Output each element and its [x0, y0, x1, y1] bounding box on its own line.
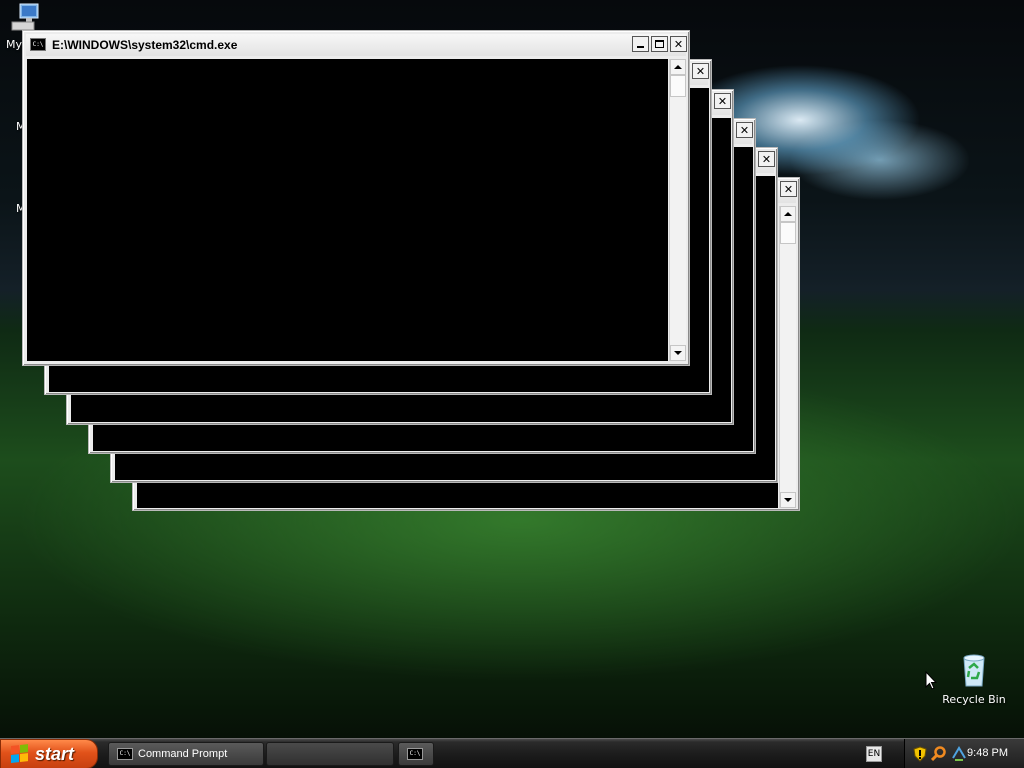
system-tray: 9:48 PM	[904, 739, 1024, 768]
close-icon: ✕	[783, 182, 794, 196]
security-shield-icon[interactable]	[913, 746, 927, 762]
close-button[interactable]: ✕	[670, 36, 687, 52]
window-controls: ✕	[632, 36, 687, 52]
scroll-up-button[interactable]	[670, 59, 686, 75]
recycle-bin[interactable]: Recycle Bin	[942, 654, 1006, 706]
window-title: E:\WINDOWS\system32\cmd.exe	[52, 38, 238, 52]
my-computer-label: My	[6, 38, 23, 51]
vertical-scrollbar[interactable]	[669, 59, 686, 361]
cmd-icon: C:\	[117, 748, 133, 760]
close-icon: ✕	[717, 94, 728, 108]
windows-flag-icon	[11, 744, 29, 764]
scroll-thumb[interactable]	[780, 222, 796, 244]
close-button[interactable]: ✕	[758, 151, 775, 167]
close-button[interactable]: ✕	[780, 181, 797, 197]
search-icon[interactable]	[931, 746, 947, 762]
close-button[interactable]: ✕	[714, 93, 731, 109]
start-label: start	[35, 743, 75, 764]
mouse-cursor-icon	[925, 671, 937, 690]
close-icon: ✕	[761, 152, 772, 166]
language-indicator[interactable]: EN	[866, 746, 882, 762]
close-icon: ✕	[739, 123, 750, 137]
scroll-down-button[interactable]	[670, 345, 686, 361]
maximize-icon	[655, 40, 664, 48]
taskbar-item-label: Command Prompt	[138, 748, 228, 760]
minimize-button[interactable]	[632, 36, 649, 52]
start-button[interactable]: start	[0, 739, 98, 768]
taskbar-item-cmd-icon-only[interactable]: C:\	[398, 742, 434, 766]
recycle-bin-icon	[963, 654, 985, 687]
taskbar-item-command-prompt[interactable]: C:\ Command Prompt	[108, 742, 264, 766]
scroll-up-button[interactable]	[780, 206, 796, 222]
arrow-up-icon	[674, 65, 682, 69]
network-icon[interactable]	[951, 746, 967, 762]
arrow-down-icon	[784, 498, 792, 502]
close-button[interactable]: ✕	[736, 122, 753, 138]
recycle-bin-label: Recycle Bin	[942, 693, 1006, 706]
taskbar: start C:\ Command Prompt C:\ EN 9:48 PM	[0, 738, 1024, 768]
console-output-area[interactable]	[27, 59, 668, 361]
title-bar[interactable]: C:\ E:\WINDOWS\system32\cmd.exe	[26, 34, 686, 56]
cmd-window[interactable]: C:\ E:\WINDOWS\system32\cmd.exe ✕	[22, 30, 690, 366]
minimize-icon	[637, 46, 644, 48]
taskbar-item-blank[interactable]	[266, 742, 394, 766]
arrow-down-icon	[674, 351, 682, 355]
maximize-button[interactable]	[651, 36, 668, 52]
close-icon: ✕	[695, 64, 706, 78]
vertical-scrollbar[interactable]	[779, 206, 796, 508]
cmd-icon: C:\	[407, 748, 423, 760]
arrow-up-icon	[784, 212, 792, 216]
close-button[interactable]: ✕	[692, 63, 709, 79]
scroll-thumb[interactable]	[670, 75, 686, 97]
scroll-down-button[interactable]	[780, 492, 796, 508]
clock[interactable]: 9:48 PM	[967, 747, 1008, 759]
close-icon: ✕	[673, 37, 684, 51]
cmd-icon[interactable]: C:\	[30, 38, 46, 51]
window-controls: ✕	[692, 63, 709, 79]
